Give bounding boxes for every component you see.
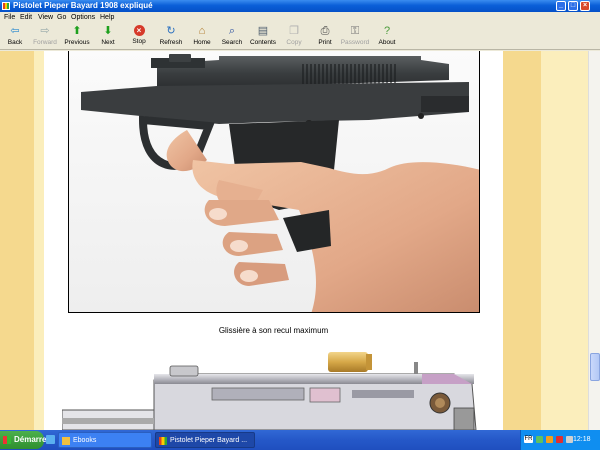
copy-icon: ❐: [289, 25, 299, 37]
pistol-in-hand-illustration: [69, 51, 479, 312]
previous-button[interactable]: ⬆ Previous: [62, 24, 92, 49]
clock[interactable]: 12:18: [573, 430, 591, 450]
up-arrow-icon: ⬆: [72, 25, 82, 37]
next-label: Next: [101, 39, 115, 46]
copy-label: Copy: [286, 39, 302, 46]
menu-go[interactable]: Go: [57, 12, 66, 23]
contents-button[interactable]: ▤ Contents: [247, 24, 279, 49]
stop-button[interactable]: × Stop: [127, 24, 151, 49]
password-label: Password: [340, 39, 370, 46]
down-arrow-icon: ⬇: [103, 25, 113, 37]
print-button[interactable]: ⎙ Print: [313, 24, 337, 49]
taskbar-item-ebooks[interactable]: Ebooks: [58, 432, 152, 448]
document-viewport[interactable]: Glissière à son recul maximum: [0, 51, 600, 430]
copy-button[interactable]: ❐ Copy: [283, 24, 305, 49]
start-label: Démarrer: [14, 435, 50, 444]
home-label: Home: [193, 39, 211, 46]
ebook-app-icon: [159, 437, 167, 445]
menu-file[interactable]: File: [4, 12, 15, 23]
title-bar[interactable]: Pistolet Pieper Bayard 1908 expliqué _ □…: [0, 0, 600, 12]
pistol-cutaway-illustration: [62, 348, 482, 430]
forward-button[interactable]: ⇨ Forward: [30, 24, 60, 49]
antivirus-icon[interactable]: [556, 436, 563, 443]
minimize-button[interactable]: _: [556, 1, 566, 11]
menu-options[interactable]: Options: [71, 12, 95, 23]
password-button[interactable]: ⚿ Password: [339, 24, 371, 49]
print-label: Print: [318, 39, 332, 46]
vertical-scrollbar[interactable]: [588, 51, 600, 430]
back-arrow-icon: ⇦: [10, 25, 20, 37]
about-label: About: [378, 39, 396, 46]
close-button[interactable]: ×: [580, 1, 590, 11]
contents-icon: ▤: [257, 25, 269, 37]
stop-icon: ×: [133, 25, 145, 36]
taskbar-item-pistolet[interactable]: Pistolet Pieper Bayard ...: [155, 432, 255, 448]
search-icon: ⌕: [228, 25, 236, 37]
taskbar-item-label: Pistolet Pieper Bayard ...: [170, 437, 248, 444]
start-button[interactable]: Démarrer: [0, 431, 50, 449]
menu-bar: File Edit View Go Options Help: [0, 12, 600, 23]
network-icon[interactable]: [536, 436, 543, 443]
menu-view[interactable]: View: [38, 12, 53, 23]
taskbar: Démarrer Ebooks Pistolet Pieper Bayard .…: [0, 430, 600, 450]
right-margin-stripe-light: [541, 51, 588, 430]
back-button[interactable]: ⇦ Back: [2, 24, 28, 49]
print-icon: ⎙: [320, 25, 330, 37]
left-margin-stripe-light: [34, 51, 44, 430]
maximize-button[interactable]: □: [568, 1, 578, 11]
left-margin-stripe: [0, 51, 34, 430]
volume-icon[interactable]: [566, 436, 573, 443]
language-indicator[interactable]: FR: [524, 436, 533, 443]
key-icon: ⚿: [350, 25, 360, 37]
about-button[interactable]: ? About: [375, 24, 399, 49]
search-button[interactable]: ⌕ Search: [218, 24, 246, 49]
contents-label: Contents: [249, 39, 277, 46]
ebook-reader-window: Pistolet Pieper Bayard 1908 expliqué _ □…: [0, 0, 600, 450]
refresh-button[interactable]: ↻ Refresh: [156, 24, 186, 49]
scrollbar-thumb[interactable]: [590, 353, 600, 381]
photo-caption: Glissière à son recul maximum: [218, 326, 329, 335]
home-icon: ⌂: [198, 25, 206, 37]
home-button[interactable]: ⌂ Home: [190, 24, 214, 49]
right-margin-stripe: [503, 51, 541, 430]
pistol-photo: [68, 51, 480, 313]
search-label: Search: [221, 39, 243, 46]
back-label: Back: [7, 39, 23, 46]
quicklaunch-ie-icon[interactable]: [46, 435, 55, 444]
menu-edit[interactable]: Edit: [20, 12, 32, 23]
previous-label: Previous: [64, 39, 90, 46]
cutaway-diagram: [62, 348, 482, 430]
menu-help[interactable]: Help: [100, 12, 114, 23]
windows-flag-icon: [3, 436, 11, 444]
refresh-label: Refresh: [159, 39, 183, 46]
folder-icon: [62, 437, 70, 445]
next-button[interactable]: ⬇ Next: [96, 24, 120, 49]
security-icon[interactable]: [546, 436, 553, 443]
toolbar: ⇦ Back ⇨ Forward ⬆ Previous ⬇ Next × Sto…: [0, 23, 600, 50]
taskbar-item-label: Ebooks: [73, 437, 97, 444]
refresh-icon: ↻: [166, 25, 176, 37]
app-icon: [2, 2, 10, 10]
about-icon: ?: [383, 25, 391, 37]
forward-arrow-icon: ⇨: [40, 25, 50, 37]
stop-label: Stop: [132, 38, 146, 45]
window-title: Pistolet Pieper Bayard 1908 expliqué: [13, 1, 153, 10]
forward-label: Forward: [33, 39, 57, 46]
